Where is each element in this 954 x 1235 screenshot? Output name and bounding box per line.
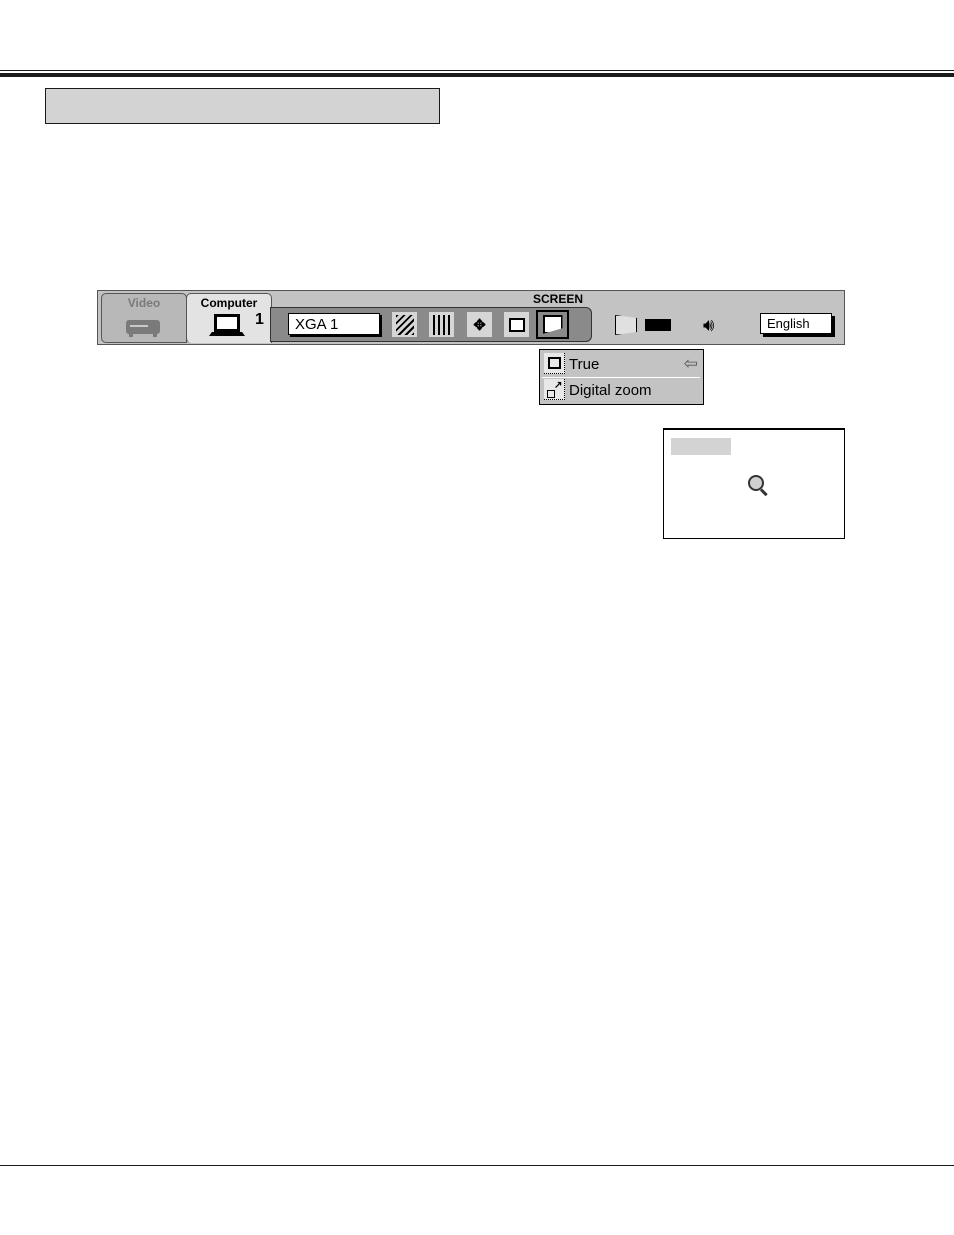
language-button[interactable]: English (760, 313, 832, 334)
magnifier-icon-handle (759, 488, 768, 497)
tab-video-label: Video (127, 296, 161, 310)
dropdown-item-label: True (569, 356, 600, 373)
section-heading-box (45, 88, 440, 124)
laptop-icon-base (209, 332, 245, 336)
position-button[interactable]: ✥ (467, 312, 492, 337)
laptop-icon (214, 314, 240, 332)
computer-input-number: 1 (255, 311, 264, 328)
on-screen-menu-bar: Video Computer 1 SCREEN XGA 1 ✥ 🔊︎ Engli… (97, 290, 845, 345)
pc-system-button[interactable] (504, 312, 529, 337)
screen-dropdown-menu: True ⇦ ↗ Digital zoom (539, 349, 704, 405)
screen-button[interactable] (536, 310, 569, 339)
true-size-icon (544, 353, 565, 374)
pc-adjust-tracking-button[interactable] (429, 312, 454, 337)
tab-computer-label: Computer (200, 296, 258, 310)
tab-video[interactable]: Video (101, 293, 187, 343)
dropdown-item-label: Digital zoom (569, 382, 652, 399)
top-rule-thin (0, 70, 954, 71)
digital-zoom-preview (663, 428, 845, 539)
computer-settings-panel: XGA 1 ✥ (270, 307, 592, 342)
pc-adjust-sync-icon (395, 314, 414, 335)
digital-zoom-icon: ↗ (544, 379, 565, 400)
dropdown-item-digital-zoom[interactable]: ↗ Digital zoom (542, 378, 700, 403)
mode-display-field[interactable]: XGA 1 (288, 313, 380, 335)
projector-body-icon (645, 319, 671, 331)
vcr-icon-feet (129, 334, 157, 337)
preview-title-bar (671, 438, 731, 455)
pc-adjust-tracking-icon (432, 314, 451, 335)
dropdown-item-true[interactable]: True ⇦ (542, 352, 700, 378)
bottom-rule (0, 1165, 954, 1166)
top-rule-thick (0, 73, 954, 77)
projector-image-icon[interactable] (615, 315, 637, 335)
pc-adjust-sync-button[interactable] (392, 312, 417, 337)
screen-section-label: SCREEN (533, 292, 584, 306)
position-icon: ✥ (473, 316, 486, 334)
selection-pointer-icon: ⇦ (683, 354, 698, 373)
pc-system-icon (508, 317, 525, 332)
screen-icon (542, 315, 563, 334)
speaker-icon[interactable]: 🔊︎ (703, 315, 714, 335)
vcr-icon (126, 320, 160, 334)
